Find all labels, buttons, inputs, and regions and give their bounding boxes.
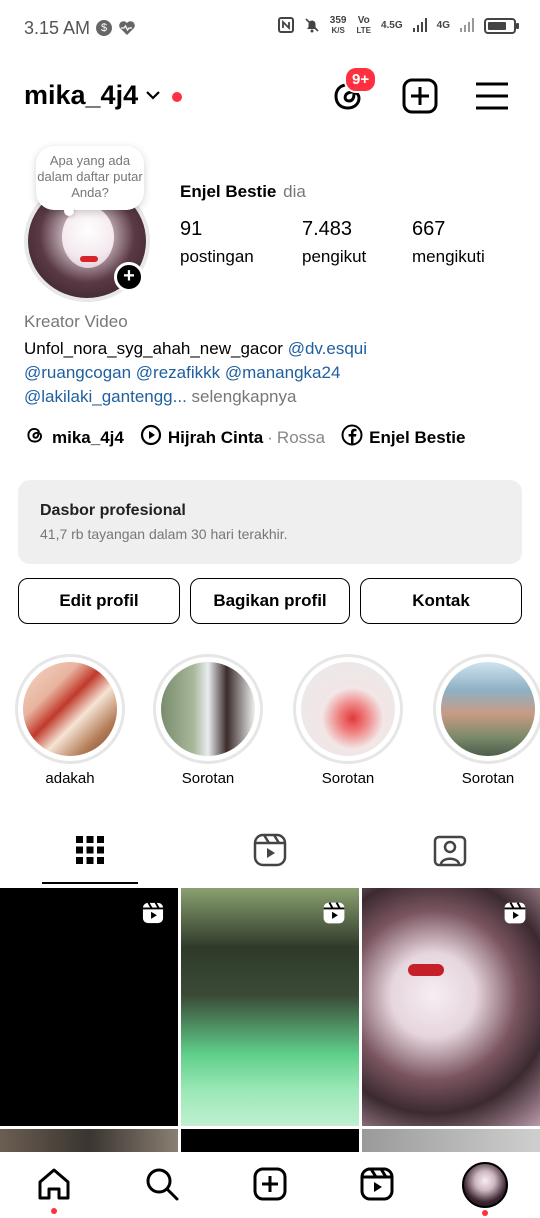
display-name-row: Enjel Bestie dia (180, 182, 306, 202)
tagged-person-icon[interactable] (430, 830, 470, 870)
share-profile-button[interactable]: Bagikan profil (190, 578, 350, 624)
notification-badge: 9+ (344, 66, 378, 93)
display-name: Enjel Bestie (180, 182, 277, 201)
bio-mention[interactable]: @rezafikkk (136, 363, 220, 382)
reels-nav-icon[interactable] (357, 1164, 397, 1204)
pronoun: dia (283, 182, 306, 201)
reel-indicator-icon (502, 900, 528, 931)
music-artist: Rossa (276, 427, 326, 447)
stat-posts[interactable]: 91 postingan (180, 218, 254, 267)
status-time: 3.15 AM (24, 18, 91, 38)
bio-mention[interactable]: @lakilaki_gantengg... (24, 387, 187, 406)
threads-small-icon (24, 424, 52, 451)
heart-pulse-icon (118, 20, 136, 41)
grid-icon[interactable] (70, 830, 110, 870)
threads-link-label: mika_4j4 (52, 427, 124, 447)
bio-mention[interactable]: @manangka24 (225, 363, 341, 382)
home-icon[interactable] (34, 1164, 74, 1204)
stat-following[interactable]: 667 mengikuti (412, 218, 485, 267)
stat-value: 667 (412, 218, 446, 240)
data-speed-unit: K/S (331, 26, 345, 35)
profile-notification-dot (482, 1210, 488, 1216)
account-notification-dot (172, 92, 182, 102)
signal-icon (412, 17, 427, 35)
music-link[interactable]: Hijrah Cinta · Rossa (140, 424, 325, 451)
grid-post[interactable] (181, 888, 359, 1126)
add-story-button[interactable]: + (114, 262, 144, 292)
facebook-link-label: Enjel Bestie (369, 427, 466, 447)
mute-bell-icon (304, 17, 320, 36)
highlight-item[interactable]: Sorotan (292, 654, 404, 787)
play-circle-icon (140, 424, 168, 451)
volte-lte-label: LTE (356, 26, 371, 35)
stat-value: 91 (180, 218, 203, 240)
grid-post[interactable] (0, 888, 178, 1126)
hamburger-menu-icon[interactable] (472, 76, 512, 116)
highlight-cover (441, 662, 535, 756)
music-title: Hijrah Cinta (167, 427, 264, 447)
data-speed-value: 359 (329, 15, 347, 26)
profile-category: Kreator Video (24, 312, 128, 331)
status-bar: 3.15 AM $ 359 K/S Vo LTE 4.5G 4G (0, 0, 540, 60)
profile-links: mika_4j4 Hijrah Cinta · Rossa Enjel Best… (24, 424, 481, 451)
highlight-label: Sorotan (461, 770, 515, 787)
professional-dashboard[interactable]: Dasbor profesional 41,7 rb tayangan dala… (18, 480, 522, 564)
contact-button[interactable]: Kontak (360, 578, 522, 624)
network-5g-label: 4.5G (380, 20, 403, 31)
grid-post[interactable] (362, 1129, 540, 1152)
reel-indicator-icon (140, 900, 166, 931)
network-4g-label: 4G (436, 20, 450, 31)
highlight-label: Sorotan (321, 770, 375, 787)
highlight-label: Sorotan (181, 770, 235, 787)
highlight-item[interactable]: Sorotan (432, 654, 540, 787)
create-icon[interactable] (250, 1164, 290, 1204)
username-switcher[interactable]: mika_4j4 (24, 80, 138, 111)
stat-label: mengikuti (412, 247, 485, 266)
stat-followers[interactable]: 7.483 pengikut (302, 218, 366, 267)
threads-profile-link[interactable]: mika_4j4 (24, 424, 124, 451)
nfc-icon (277, 16, 294, 36)
home-notification-dot (51, 1208, 57, 1214)
stat-value: 7.483 (302, 218, 353, 240)
search-icon[interactable] (142, 1164, 182, 1204)
grid-post[interactable] (0, 1129, 178, 1152)
facebook-icon (341, 424, 369, 451)
grid-post[interactable] (362, 888, 540, 1126)
signal-icon-2 (460, 17, 474, 35)
active-tab-indicator (42, 882, 138, 884)
note-bubble[interactable]: Apa yang ada dalam daftar putar Anda? (36, 146, 144, 216)
profile-nav-avatar[interactable] (462, 1162, 508, 1208)
bio-more-link[interactable]: selengkapnya (192, 387, 297, 406)
highlight-cover (301, 662, 395, 756)
reel-indicator-icon (321, 900, 347, 931)
dashboard-title: Dasbor profesional (40, 502, 186, 519)
profile-header: mika_4j4 9+ (0, 66, 540, 126)
highlight-item[interactable]: Sorotan (152, 654, 264, 787)
stat-label: pengikut (302, 247, 367, 266)
highlight-label: adakah (45, 770, 95, 787)
bio-text: Unfol_nora_syg_ahah_new_gacor (24, 339, 283, 358)
bio-mention[interactable]: @dv.esqui (288, 339, 367, 358)
content-tabs (0, 822, 540, 886)
edit-profile-button[interactable]: Edit profil (18, 578, 180, 624)
bottom-navigation (0, 1152, 540, 1218)
highlight-item[interactable]: adakah (14, 654, 126, 787)
highlight-cover (161, 662, 255, 756)
dollar-notification-icon: $ (96, 20, 112, 36)
highlight-cover (23, 662, 117, 756)
plus-square-icon[interactable] (400, 76, 440, 116)
battery-icon (484, 18, 519, 34)
dashboard-subtitle: 41,7 rb tayangan dalam 30 hari terakhir. (40, 526, 288, 542)
bio-mention[interactable]: @ruangcogan (24, 363, 131, 382)
chevron-down-icon[interactable] (144, 86, 162, 104)
stat-label: postingan (180, 247, 254, 266)
grid-post[interactable] (181, 1129, 359, 1152)
bio: Unfol_nora_syg_ahah_new_gacor @dv.esqui … (24, 337, 524, 409)
reels-icon[interactable] (250, 830, 290, 870)
volte-label: Vo (357, 15, 370, 26)
facebook-link[interactable]: Enjel Bestie (341, 424, 465, 451)
